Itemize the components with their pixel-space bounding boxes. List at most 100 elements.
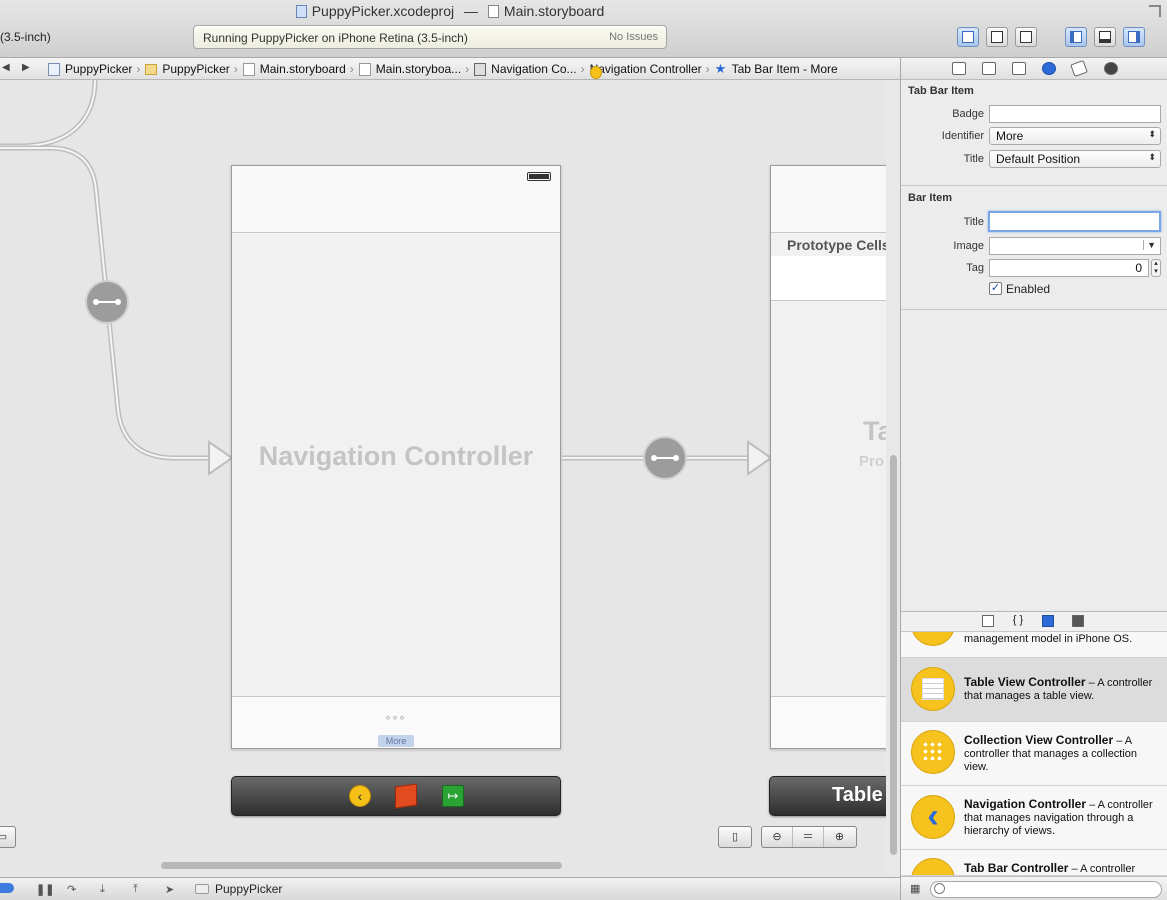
identity-inspector-icon[interactable] (1012, 62, 1026, 75)
bar-item-title-field[interactable] (988, 211, 1161, 232)
size-inspector-icon[interactable] (1070, 59, 1088, 78)
scene-title: Navigation Controller (258, 441, 534, 471)
quick-help-icon[interactable] (982, 62, 996, 75)
fullscreen-icon[interactable] (1149, 5, 1161, 17)
zoom-fit-button[interactable]: ＝ (793, 827, 824, 847)
toggle-utilities-button[interactable] (1123, 27, 1145, 47)
vertical-scrollbar[interactable] (890, 455, 897, 855)
scheme-selector[interactable]: (3.5-inch) (0, 30, 51, 44)
breadcrumb-project[interactable]: PuppyPicker (48, 62, 132, 76)
library-item[interactable]: Table View Controller – A controller tha… (901, 658, 1167, 722)
step-into-icon[interactable]: ⤓ (100, 883, 105, 896)
library-item[interactable]: Collection View Controller – A controlle… (901, 722, 1167, 786)
version-editor-icon (1020, 31, 1032, 43)
scene-dock: ‹ ↦ (231, 776, 561, 816)
segue-node-root[interactable] (643, 436, 687, 480)
horizontal-scrollbar[interactable] (161, 862, 562, 869)
file-inspector-icon[interactable] (952, 62, 966, 75)
breadcrumb-tab-bar-item[interactable]: ★ Tab Bar Item - More (715, 62, 838, 77)
library-item[interactable]: Tab Bar Controller – A controller (901, 850, 1167, 876)
attributes-inspector: Tab Bar Item Badge Identifier More ⬍ Titl… (900, 58, 1167, 611)
breadcrumb-controller[interactable]: Navigation Controller (589, 62, 702, 79)
tab-bar-item-section: Tab Bar Item Badge Identifier More ⬍ Titl… (901, 80, 1167, 186)
library-search-field[interactable] (930, 881, 1162, 898)
toggle-navigator-button[interactable] (1065, 27, 1087, 47)
file-template-icon[interactable] (982, 615, 994, 627)
tag-stepper[interactable]: ▴ ▾ (1151, 259, 1161, 277)
breadcrumb-file[interactable]: Main.storyboard (242, 62, 346, 76)
forward-arrow-icon[interactable]: ▶ (22, 62, 30, 73)
storyboard-canvas[interactable]: Navigation Controller ◦◦◦ More ‹ ↦ Proto… (0, 80, 886, 877)
breadcrumb-file-base[interactable]: Main.storyboa... (358, 62, 461, 76)
toggle-debug-area-button[interactable] (1094, 27, 1116, 47)
media-library-icon[interactable] (1072, 615, 1084, 627)
image-combo-box[interactable]: ▼ (989, 237, 1161, 255)
code-snippet-icon[interactable]: { } (1012, 615, 1024, 627)
document-outline-button[interactable]: ▭ (0, 826, 16, 848)
breadcrumb-chevron-icon: › (580, 62, 585, 76)
zoom-out-button[interactable]: ⊖ (762, 827, 793, 847)
segue-node-tab[interactable] (85, 280, 129, 324)
navigation-controller-icon[interactable]: ‹ (349, 785, 371, 807)
navigation-controller-scene[interactable]: Navigation Controller ◦◦◦ More (231, 165, 561, 749)
segue-arrowhead-nav (208, 440, 234, 476)
object-library-icon[interactable] (1042, 615, 1054, 627)
enabled-checkbox[interactable]: ✓ (989, 282, 1002, 295)
title-position-popup[interactable]: Default Position ⬍ (989, 150, 1161, 168)
tag-field[interactable]: 0 (989, 259, 1149, 277)
badge-field[interactable] (989, 105, 1161, 123)
pause-icon[interactable]: ❚❚ (36, 883, 54, 896)
project-file-icon (295, 5, 307, 18)
scene-icon (474, 62, 487, 76)
search-icon (934, 883, 945, 894)
bar-item-section: Bar Item Title Image ▼ Tag 0 ▴ ▾ ✓ Enable… (901, 186, 1167, 310)
activity-viewer[interactable]: Running PuppyPicker on iPhone Retina (3.… (193, 25, 667, 49)
popup-arrows-icon: ⬍ (1148, 152, 1156, 162)
first-responder-icon[interactable] (395, 783, 417, 809)
zoom-controls: ⊖ ＝ ⊕ (761, 826, 857, 848)
breadcrumb-scene[interactable]: Navigation Co... (474, 62, 577, 76)
standard-editor-button[interactable] (957, 27, 979, 47)
enabled-label[interactable]: Enabled (1006, 282, 1050, 296)
utilities-panel-icon (1128, 31, 1140, 43)
table-view-controller-scene[interactable]: Prototype Cells Ta Pro (770, 165, 886, 749)
library-item[interactable]: management model in iPhone OS. (901, 632, 1167, 658)
combo-arrow-icon[interactable]: ▼ (1143, 240, 1156, 250)
attributes-inspector-icon[interactable] (1042, 62, 1056, 75)
form-factor-button[interactable]: ▯ (718, 826, 752, 848)
section-title: Bar Item (908, 192, 953, 204)
step-out-icon[interactable]: ⤒ (133, 883, 138, 896)
step-over-icon[interactable]: ↷ (67, 883, 76, 896)
version-editor-button[interactable] (1015, 27, 1037, 47)
badge-label: Badge (952, 108, 984, 120)
location-icon[interactable]: ➤ (165, 883, 174, 896)
prototype-cell[interactable] (771, 256, 886, 301)
grid-view-icon[interactable]: ▦ (910, 882, 920, 895)
breadcrumb-group[interactable]: PuppyPicker (145, 62, 230, 76)
breadcrumb-label: Navigation Controller (589, 62, 702, 76)
assistant-editor-button[interactable] (986, 27, 1008, 47)
outline-toggle-icon: ▭ (0, 831, 8, 843)
library-item-name: Collection View Controller (964, 733, 1114, 747)
segue-line-upper-inner (0, 80, 96, 147)
device-icon: ▯ (731, 831, 739, 843)
tag-label: Tag (966, 262, 984, 274)
title-separator: — (464, 3, 479, 19)
connections-inspector-icon[interactable] (1104, 62, 1118, 75)
exit-icon[interactable]: ↦ (442, 785, 464, 807)
more-ellipsis-icon: ◦◦◦ (385, 709, 407, 725)
zoom-in-button[interactable]: ⊕ (824, 827, 855, 847)
back-arrow-icon[interactable]: ◀ (2, 62, 10, 73)
breadcrumb-chevron-icon: › (465, 62, 470, 76)
table-dock-label: Table (832, 784, 883, 806)
navigation-controller-icon: ‹ (911, 795, 955, 839)
collection-view-controller-icon (911, 730, 955, 774)
breadcrumb-label: PuppyPicker (65, 62, 133, 76)
library-item-name: Navigation Controller (964, 797, 1087, 811)
segue-line-upper (0, 80, 98, 149)
breakpoints-toggle-icon[interactable] (0, 883, 14, 893)
debug-target-label[interactable]: PuppyPicker (215, 882, 282, 896)
tab-bar-item-more[interactable]: More (378, 735, 414, 747)
identifier-popup[interactable]: More ⬍ (989, 127, 1161, 145)
library-item[interactable]: ‹ Navigation Controller – A controller t… (901, 786, 1167, 850)
